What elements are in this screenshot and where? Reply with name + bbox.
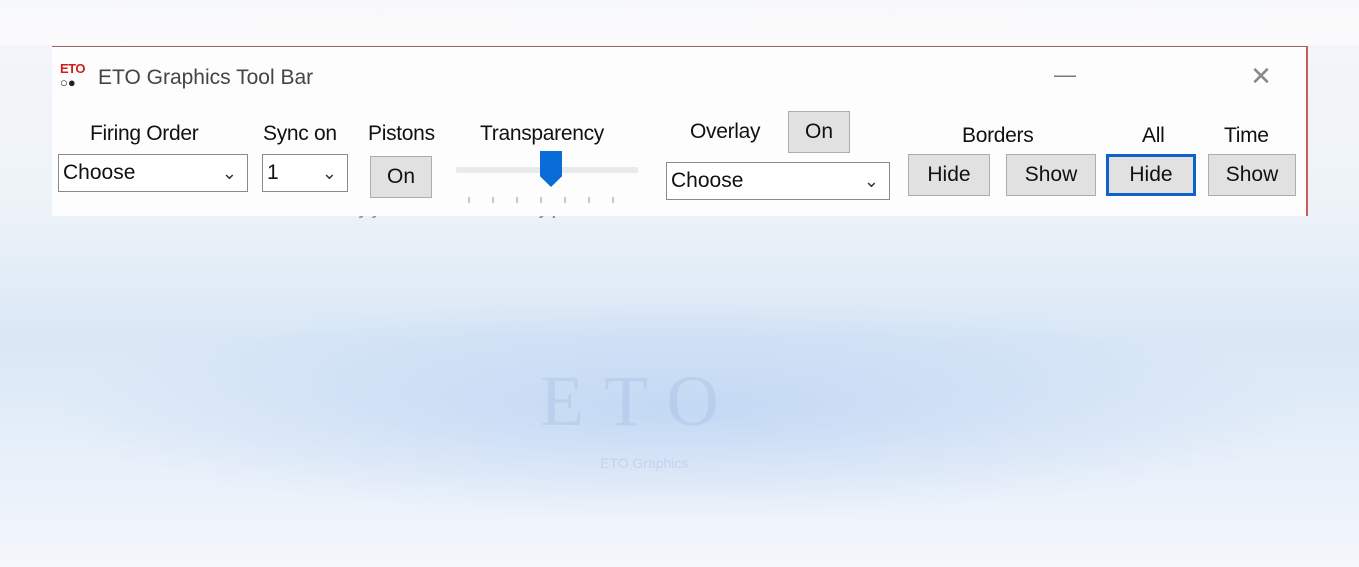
title-bar[interactable]: ETO ○● ETO Graphics Tool Bar — ✕ [52,47,1306,105]
firing-order-select[interactable]: Choose ⌄ [58,154,248,192]
sync-on-value: 1 [267,161,279,184]
borders-hide-button[interactable]: Hide [908,154,990,196]
background-logo-subtitle: ETO Graphics [600,455,689,471]
minimize-button[interactable]: — [1042,63,1088,93]
slider-tick [564,197,566,203]
all-hide-button[interactable]: Hide [1106,154,1196,196]
overlay-value: Choose [671,169,744,192]
slider-tick [468,197,470,203]
firing-order-value: Choose [63,161,136,184]
overlay-select[interactable]: Choose ⌄ [666,162,890,200]
pistons-on-button[interactable]: On [370,156,432,198]
borders-show-button[interactable]: Show [1006,154,1096,196]
toolbar-window: ETO ○● ETO Graphics Tool Bar — ✕ Firing … [52,46,1308,216]
time-label: Time [1224,124,1269,147]
chevron-down-icon: ⌄ [221,163,237,183]
overlay-on-button[interactable]: On [788,111,850,153]
slider-tick [516,197,518,203]
all-label: All [1142,124,1165,147]
sync-on-select[interactable]: 1 ⌄ [262,154,348,192]
chevron-down-icon: ⌄ [321,163,337,183]
close-button[interactable]: ✕ [1238,61,1284,91]
eto-logo-icon: ETO ○● [60,61,92,91]
sync-on-label: Sync on [263,122,337,145]
slider-tick [588,197,590,203]
transparency-slider-thumb[interactable] [540,151,562,187]
overlay-label: Overlay [690,120,761,143]
slider-tick [492,197,494,203]
slider-tick [612,197,614,203]
background-logo-mark: ETO [540,361,739,441]
window-title: ETO Graphics Tool Bar [98,66,314,89]
firing-order-label: Firing Order [90,122,199,145]
borders-label: Borders [962,124,1034,147]
background-top [0,0,1359,45]
slider-tick [540,197,542,203]
logo-text: ETO [60,61,86,76]
time-show-button[interactable]: Show [1208,154,1296,196]
logo-glyph: ○● [60,75,76,90]
chevron-down-icon: ⌄ [863,171,879,191]
transparency-label: Transparency [480,122,605,145]
pistons-label: Pistons [368,122,435,145]
